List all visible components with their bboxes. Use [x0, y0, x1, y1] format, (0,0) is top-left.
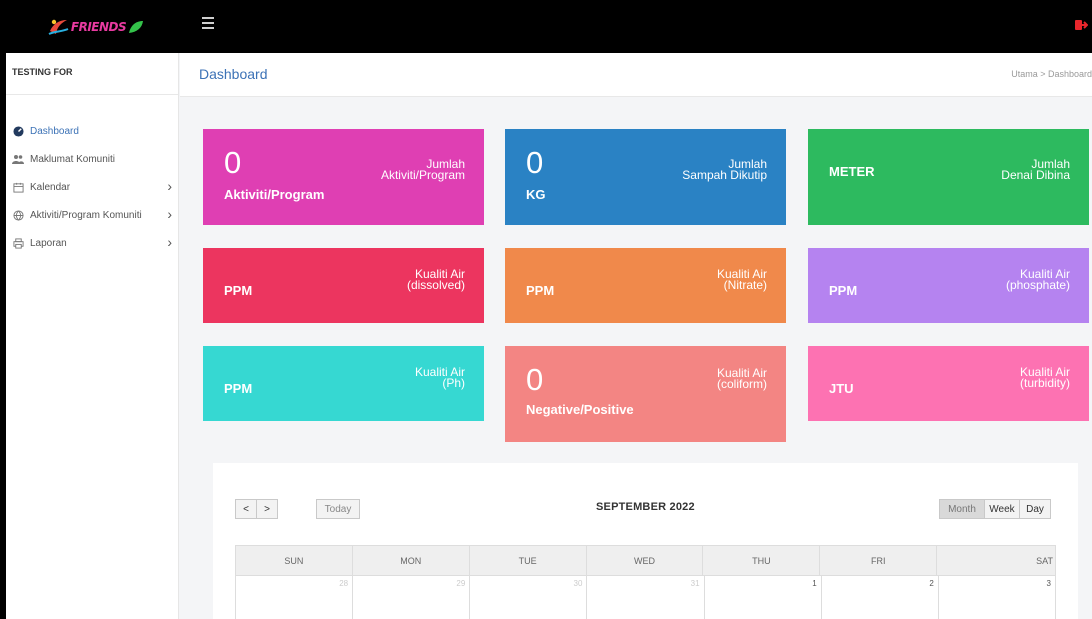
sidebar-item-aktiviti-program-komuniti[interactable]: Aktiviti/Program Komuniti ›: [6, 201, 178, 229]
stat-tile[interactable]: METER Jumlah Denai Dibina: [808, 129, 1089, 225]
sidebar-heading: TESTING FOR: [6, 53, 178, 95]
weekday-header: FRI: [820, 546, 938, 575]
print-icon: [12, 237, 24, 249]
users-icon: [12, 153, 24, 165]
logo-emblem-icon: [48, 19, 69, 35]
tile-unit: PPM: [224, 283, 253, 298]
tile-label: Kualiti Air (coliform): [716, 366, 767, 391]
sidebar-item-label: Aktiviti/Program Komuniti: [30, 209, 142, 221]
sidebar-item-laporan[interactable]: Laporan ›: [6, 229, 178, 257]
weekday-header: SUN: [236, 546, 353, 575]
stat-tile[interactable]: 0 KG Jumlah Sampah Dikutip: [505, 129, 786, 225]
calendar-prev-button[interactable]: <: [235, 499, 257, 519]
tile-value: 0: [526, 362, 544, 397]
calendar-day-cell[interactable]: 2: [822, 576, 939, 619]
tile-label: Jumlah Aktiviti/Program: [380, 157, 465, 182]
view-day-button[interactable]: Day: [1019, 499, 1051, 519]
tile-value: 0: [526, 145, 544, 180]
leaf-icon: [129, 20, 144, 33]
weekday-header: WED: [587, 546, 704, 575]
stat-tile[interactable]: PPM Kualiti Air (dissolved): [203, 248, 484, 323]
chevron-right-icon: ›: [167, 206, 172, 222]
tile-unit: PPM: [526, 283, 555, 298]
sidebar-menu: Dashboard Maklumat Komuniti Kalendar › Aktiv…: [6, 117, 178, 257]
sidebar-item-label: Kalendar: [30, 181, 71, 193]
calendar-day-cell[interactable]: 31: [587, 576, 705, 619]
calendar-grid: SUN MON TUE WED THU FRI SAT 28 29 30 31 1 2 3: [235, 545, 1056, 619]
view-month-button[interactable]: Month: [939, 499, 985, 519]
sidebar-item-maklumat-komuniti[interactable]: Maklumat Komuniti: [6, 145, 178, 173]
breadcrumb[interactable]: Utama > Dashboard: [1011, 69, 1092, 79]
calendar-next-button[interactable]: >: [256, 499, 278, 519]
tile-unit: PPM: [224, 381, 253, 396]
calendar-widget: < > Today SEPTEMBER 2022 Month Week Day …: [213, 463, 1078, 619]
weekday-header: THU: [703, 546, 821, 575]
stat-tile[interactable]: PPM Kualiti Air (phosphate): [808, 248, 1089, 323]
sidebar: TESTING FOR Dashboard Maklumat Komuniti Ka…: [6, 53, 179, 619]
stat-tile[interactable]: PPM Kualiti Air (Nitrate): [505, 248, 786, 323]
calendar-icon: [12, 181, 24, 193]
tile-unit: Negative/Positive: [526, 402, 634, 417]
tile-unit: JTU: [829, 381, 854, 396]
weekday-header: SAT: [1036, 556, 1054, 566]
tile-unit: METER: [829, 164, 875, 179]
chevron-right-icon: ›: [167, 178, 172, 194]
tile-unit: KG: [526, 187, 546, 202]
tile-label: Jumlah Sampah Dikutip: [682, 157, 767, 182]
tile-unit: PPM: [829, 283, 858, 298]
logo[interactable]: FRIENDS: [6, 0, 185, 53]
weekday-header: TUE: [470, 546, 587, 575]
top-navbar: FRIENDS: [0, 0, 1092, 53]
stat-tile[interactable]: 0 Negative/Positive Kualiti Air (coliform): [505, 346, 786, 442]
menu-toggle-icon[interactable]: [202, 17, 214, 29]
tile-value: 0: [224, 145, 242, 180]
tile-label: Kualiti Air (dissolved): [406, 267, 465, 292]
page-header: Dashboard Utama > Dashboard: [180, 53, 1092, 97]
stat-tile[interactable]: JTU Kualiti Air (turbidity): [808, 346, 1089, 421]
calendar-day-cell[interactable]: 1: [705, 576, 822, 619]
calendar-week-row: 28 29 30 31 1 2 3: [235, 576, 1056, 619]
tile-label: Kualiti Air (phosphate): [1005, 267, 1070, 292]
sidebar-item-dashboard[interactable]: Dashboard: [6, 117, 178, 145]
logo-mark: FRIENDS: [47, 16, 144, 38]
chevron-right-icon: ›: [167, 234, 172, 250]
calendar-day-cell[interactable]: 29: [353, 576, 471, 619]
logo-text: FRIENDS: [70, 19, 127, 34]
weekday-header: MON: [353, 546, 470, 575]
calendar-weekday-header: SUN MON TUE WED THU FRI SAT: [235, 545, 1056, 576]
sidebar-item-label: Maklumat Komuniti: [30, 153, 116, 165]
calendar-today-button[interactable]: Today: [316, 499, 360, 519]
tile-label: Jumlah Denai Dibina: [1001, 157, 1070, 182]
sidebar-item-kalendar[interactable]: Kalendar ›: [6, 173, 178, 201]
logout-icon[interactable]: [1074, 18, 1088, 32]
calendar-title: SEPTEMBER 2022: [596, 501, 695, 513]
globe-icon: [12, 209, 24, 221]
calendar-day-cell[interactable]: 3: [939, 576, 1056, 619]
calendar-day-cell[interactable]: 30: [470, 576, 588, 619]
dashboard-icon: [12, 125, 24, 137]
view-week-button[interactable]: Week: [984, 499, 1020, 519]
tile-label: Kualiti Air (Ph): [414, 365, 465, 390]
sidebar-item-label: Laporan: [30, 237, 67, 249]
stat-tile[interactable]: PPM Kualiti Air (Ph): [203, 346, 484, 421]
page-title: Dashboard: [199, 66, 268, 82]
calendar-day-cell[interactable]: 28: [236, 576, 354, 619]
stat-tile[interactable]: 0 Aktiviti/Program Jumlah Aktiviti/Program: [203, 129, 484, 225]
tile-label: Kualiti Air (Nitrate): [716, 267, 767, 292]
tile-label: Kualiti Air (turbidity): [1019, 365, 1070, 390]
tile-unit: Aktiviti/Program: [224, 187, 325, 202]
sidebar-item-label: Dashboard: [30, 125, 79, 137]
